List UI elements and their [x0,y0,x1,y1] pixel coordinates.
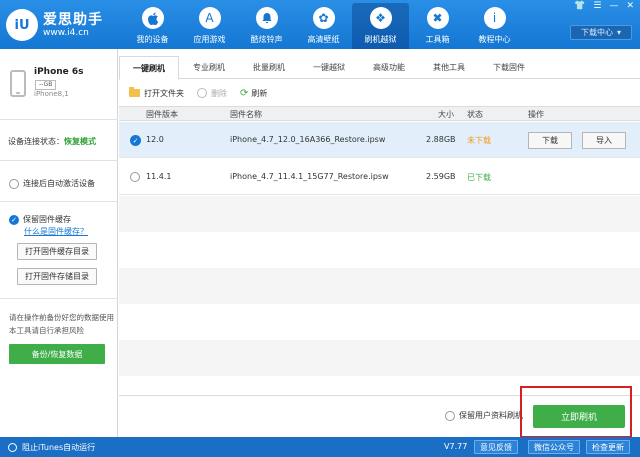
menu-icon[interactable]: ☰ [593,1,601,11]
radio-icon [445,410,455,421]
status-bar: 阻止iTunes自动运行 V7.77 意见反馈 微信公众号 检查更新 [0,437,640,457]
refresh-icon: ⟳ [240,87,249,99]
app-store-icon: A [198,7,221,29]
info-icon: i [483,7,506,29]
tab-download-firmware[interactable]: 下载固件 [479,56,539,79]
status-badge: 已下载 [467,173,491,182]
checkmark-icon[interactable]: ✓ [130,135,141,146]
delete-icon [197,88,207,98]
divider [0,119,118,120]
checkmark-icon: ✓ [9,214,19,225]
wechat-button[interactable]: 微信公众号 [528,440,580,454]
col-action: 操作 [528,110,544,119]
main-nav: 我的设备 A 应用游戏 酷炫铃声 ✿ 高清壁纸 ❖ 刷机越狱 ✖ 工具箱 i 教… [124,3,523,49]
status-badge: 未下载 [467,136,491,145]
tab-other-tools[interactable]: 其他工具 [419,56,479,79]
flower-icon: ✿ [312,7,335,29]
nav-wallpapers[interactable]: ✿ 高清壁纸 [295,3,352,49]
empty-row [119,196,640,232]
col-status: 状态 [467,110,483,119]
logo-icon: iU [6,9,38,41]
radio-icon[interactable] [130,172,140,182]
check-update-button[interactable]: 检查更新 [586,440,630,454]
col-size: 大小 [438,110,454,119]
feedback-button[interactable]: 意见反馈 [474,440,518,454]
open-folder-button[interactable]: 打开文件夹 [129,87,184,99]
tab-one-click-flash[interactable]: 一键刷机 [119,56,179,80]
app-version: V7.77 [444,442,468,451]
empty-row [119,304,640,340]
app-url: www.i4.cn [43,27,89,38]
auto-activate-option[interactable]: 连接后自动激活设备 [9,178,95,189]
phone-icon [10,70,26,97]
empty-row [119,340,640,376]
tab-jailbreak[interactable]: 一键越狱 [299,56,359,79]
skin-icon[interactable]: 👕 [574,1,585,11]
window-controls: 👕 ☰ — ✕ [574,1,634,11]
divider [0,298,118,299]
highlight-box [520,386,632,438]
apple-icon [141,7,164,29]
device-capacity: --GB [35,80,57,90]
bell-icon [255,7,278,29]
col-name: 固件名称 [230,110,262,119]
table-header: 固件版本 固件名称 大小 状态 操作 [119,106,640,121]
app-logo: iU 爱思助手 www.i4.cn [6,9,103,41]
device-model: iPhone8,1 [34,90,69,98]
refresh-button[interactable]: ⟳ 刷新 [240,88,267,99]
download-center-button[interactable]: 下载中心 ▾ [570,25,632,40]
tab-advanced[interactable]: 高级功能 [359,56,419,79]
table-row[interactable]: 11.4.1 iPhone_4.7_11.4.1_15G77_Restore.i… [119,159,640,195]
import-button[interactable]: 导入 [582,132,626,149]
delete-button[interactable]: 删除 [197,88,227,99]
divider [0,201,118,202]
tools-icon: ✖ [426,7,449,29]
table-row[interactable]: ✓ 12.0 iPhone_4.7_12.0_16A366_Restore.ip… [119,122,640,158]
col-version: 固件版本 [146,110,178,119]
risk-note: 请在操作前备份好您的数据使用本工具请自行承担风险 [9,313,114,335]
sidebar: iPhone 6s --GB iPhone8,1 设备连接状态：恢复模式 连接后… [0,49,118,437]
tab-bar: 一键刷机 专业刷机 批量刷机 一键越狱 高级功能 其他工具 下载固件 [119,56,640,80]
nav-ringtones[interactable]: 酷炫铃声 [238,3,295,49]
empty-row [119,232,640,268]
divider [0,160,118,161]
radio-icon [9,178,19,189]
dropbox-icon: ❖ [369,7,392,29]
what-is-cache-link[interactable]: 什么是固件缓存？ [24,226,88,237]
block-itunes-option[interactable]: 阻止iTunes自动运行 [8,442,95,453]
nav-toolbox[interactable]: ✖ 工具箱 [409,3,466,49]
nav-flash-jailbreak[interactable]: ❖ 刷机越狱 [352,3,409,49]
app-header: iU 爱思助手 www.i4.cn 我的设备 A 应用游戏 酷炫铃声 ✿ 高清壁… [0,0,640,49]
folder-icon [129,87,140,97]
chevron-down-icon: ▾ [616,28,621,37]
minimize-icon[interactable]: — [609,1,618,11]
radio-icon [8,443,17,452]
backup-restore-button[interactable]: 备份/恢复数据 [9,344,105,364]
keep-cache-option[interactable]: ✓ 保留固件缓存 [9,214,71,225]
device-name: iPhone 6s [34,67,84,77]
nav-my-device[interactable]: 我的设备 [124,3,181,49]
app-name: 爱思助手 [43,11,103,28]
empty-row [119,268,640,304]
close-icon[interactable]: ✕ [626,1,634,11]
connection-status: 设备连接状态：恢复模式 [8,137,96,146]
keep-user-data-option[interactable]: 保留用户资料刷机 [445,410,523,421]
open-store-dir-button[interactable]: 打开固件存储目录 [17,268,97,285]
tab-batch-flash[interactable]: 批量刷机 [239,56,299,79]
nav-apps-games[interactable]: A 应用游戏 [181,3,238,49]
open-cache-dir-button[interactable]: 打开固件缓存目录 [17,243,97,260]
status-badge: 恢复模式 [64,137,96,146]
main-panel: 一键刷机 专业刷机 批量刷机 一键越狱 高级功能 其他工具 下载固件 打开文件夹… [119,49,640,437]
download-button[interactable]: 下载 [528,132,572,149]
tab-pro-flash[interactable]: 专业刷机 [179,56,239,79]
nav-tutorials[interactable]: i 教程中心 [466,3,523,49]
toolbar: 打开文件夹 删除 ⟳ 刷新 [129,86,280,100]
